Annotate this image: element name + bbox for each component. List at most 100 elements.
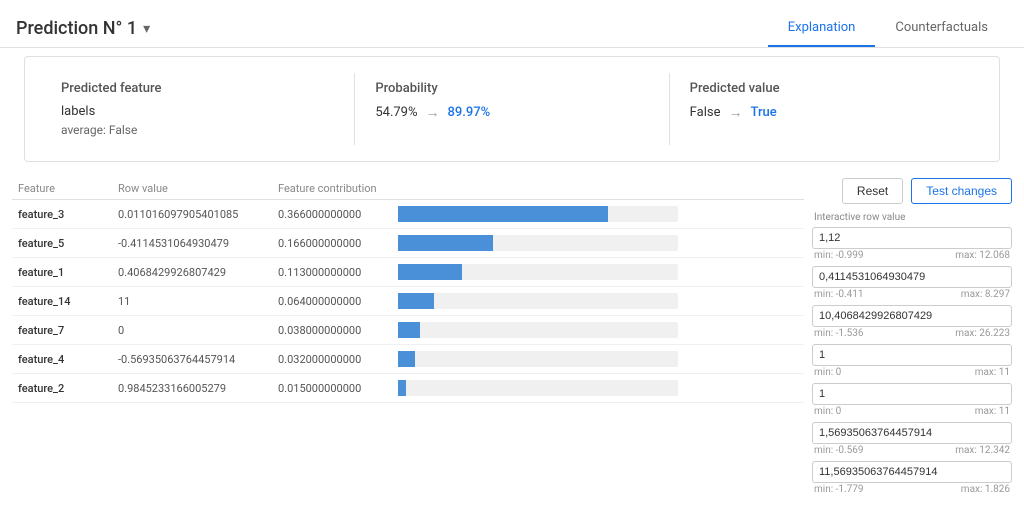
bar bbox=[398, 380, 406, 396]
header: Prediction N° 1 ▾ Explanation Counterfac… bbox=[0, 0, 1024, 48]
table-row: feature_14 11 0.064000000000 bbox=[12, 287, 804, 316]
bar-container bbox=[398, 293, 678, 309]
input-min: min: -0.999 bbox=[814, 250, 864, 261]
cell-feature: feature_14 bbox=[12, 287, 112, 316]
probability-arrow: → bbox=[426, 104, 440, 121]
dropdown-icon[interactable]: ▾ bbox=[143, 21, 150, 37]
probability-to: 89.97% bbox=[448, 105, 491, 120]
summary-section: Predicted feature labels average: False … bbox=[24, 56, 1000, 162]
input-min: min: -0.569 bbox=[814, 445, 864, 456]
bar bbox=[398, 322, 420, 338]
predicted-feature-value: labels bbox=[61, 104, 334, 119]
header-tabs: Explanation Counterfactuals bbox=[768, 10, 1008, 47]
test-changes-button[interactable]: Test changes bbox=[911, 178, 1012, 204]
predicted-value-from: False bbox=[690, 105, 721, 120]
col-bar bbox=[392, 178, 804, 200]
predicted-value-label: Predicted value bbox=[690, 81, 963, 96]
row-value-input[interactable] bbox=[812, 266, 1012, 288]
cell-feature: feature_5 bbox=[12, 229, 112, 258]
bar bbox=[398, 264, 462, 280]
table-row: feature_3 0.011016097905401085 0.3660000… bbox=[12, 200, 804, 229]
input-group: min: -0.411 max: 8.297 bbox=[812, 266, 1012, 301]
predicted-value-card: Predicted value False → True bbox=[669, 73, 983, 145]
reset-button[interactable]: Reset bbox=[842, 178, 903, 204]
bar-container bbox=[398, 264, 678, 280]
input-min: min: -1.779 bbox=[814, 484, 864, 495]
bar-container bbox=[398, 235, 678, 251]
row-value-input[interactable] bbox=[812, 461, 1012, 483]
cell-row-value: -0.4114531064930479 bbox=[112, 229, 272, 258]
table-row: feature_1 0.4068429926807429 0.113000000… bbox=[12, 258, 804, 287]
cell-bar bbox=[392, 287, 804, 316]
col-contribution: Feature contribution bbox=[272, 178, 392, 200]
col-feature: Feature bbox=[12, 178, 112, 200]
cell-bar bbox=[392, 258, 804, 287]
table-row: feature_5 -0.4114531064930479 0.16600000… bbox=[12, 229, 804, 258]
cell-contribution: 0.064000000000 bbox=[272, 287, 392, 316]
input-group: min: 0 max: 11 bbox=[812, 344, 1012, 379]
cell-contribution: 0.113000000000 bbox=[272, 258, 392, 287]
cell-contribution: 0.166000000000 bbox=[272, 229, 392, 258]
feature-table: Feature Row value Feature contribution f… bbox=[12, 178, 804, 403]
bar bbox=[398, 235, 493, 251]
tab-counterfactuals[interactable]: Counterfactuals bbox=[875, 10, 1008, 47]
input-max: max: 11 bbox=[975, 406, 1010, 417]
input-meta: min: -0.411 max: 8.297 bbox=[812, 288, 1012, 301]
cell-feature: feature_4 bbox=[12, 345, 112, 374]
input-max: max: 12.342 bbox=[955, 445, 1010, 456]
bar-container bbox=[398, 206, 678, 222]
bar-container bbox=[398, 351, 678, 367]
input-max: max: 12.068 bbox=[955, 250, 1010, 261]
predicted-feature-sub: average: False bbox=[61, 123, 334, 137]
interactive-row-label: Interactive row value bbox=[812, 212, 1012, 223]
input-group: min: -1.536 max: 26.223 bbox=[812, 305, 1012, 340]
table-section: Feature Row value Feature contribution f… bbox=[12, 178, 804, 500]
input-group: min: -0.569 max: 12.342 bbox=[812, 422, 1012, 457]
cell-contribution: 0.038000000000 bbox=[272, 316, 392, 345]
cell-feature: feature_7 bbox=[12, 316, 112, 345]
right-panel: Reset Test changes Interactive row value… bbox=[812, 178, 1012, 500]
bar bbox=[398, 351, 415, 367]
predicted-feature-label: Predicted feature bbox=[61, 81, 334, 96]
probability-value: 54.79% → 89.97% bbox=[375, 104, 648, 121]
probability-label: Probability bbox=[375, 81, 648, 96]
input-meta: min: 0 max: 11 bbox=[812, 405, 1012, 418]
cell-contribution: 0.366000000000 bbox=[272, 200, 392, 229]
bar-container bbox=[398, 322, 678, 338]
cell-bar bbox=[392, 345, 804, 374]
row-value-input[interactable] bbox=[812, 227, 1012, 249]
probability-from: 54.79% bbox=[375, 105, 417, 120]
cell-contribution: 0.032000000000 bbox=[272, 345, 392, 374]
row-value-input[interactable] bbox=[812, 344, 1012, 366]
cell-feature: feature_2 bbox=[12, 374, 112, 403]
input-min: min: -1.536 bbox=[814, 328, 864, 339]
bar-container bbox=[398, 380, 678, 396]
input-groups: min: -0.999 max: 12.068 min: -0.411 max:… bbox=[812, 227, 1012, 496]
input-max: max: 1.826 bbox=[961, 484, 1010, 495]
input-min: min: -0.411 bbox=[814, 289, 864, 300]
row-value-input[interactable] bbox=[812, 383, 1012, 405]
tab-explanation[interactable]: Explanation bbox=[768, 10, 876, 47]
input-meta: min: 0 max: 11 bbox=[812, 366, 1012, 379]
cell-row-value: -0.56935063764457914 bbox=[112, 345, 272, 374]
cell-feature: feature_3 bbox=[12, 200, 112, 229]
predicted-feature-card: Predicted feature labels average: False bbox=[41, 73, 354, 145]
bar bbox=[398, 206, 608, 222]
input-max: max: 26.223 bbox=[955, 328, 1010, 339]
input-max: max: 8.297 bbox=[961, 289, 1010, 300]
probability-card: Probability 54.79% → 89.97% bbox=[354, 73, 668, 145]
cell-bar bbox=[392, 374, 804, 403]
input-min: min: 0 bbox=[814, 406, 841, 417]
col-row-value: Row value bbox=[112, 178, 272, 200]
row-value-input[interactable] bbox=[812, 422, 1012, 444]
input-meta: min: -1.536 max: 26.223 bbox=[812, 327, 1012, 340]
table-row: feature_2 0.9845233166005279 0.015000000… bbox=[12, 374, 804, 403]
input-meta: min: -1.779 max: 1.826 bbox=[812, 483, 1012, 496]
cell-bar bbox=[392, 316, 804, 345]
page-title: Prediction N° 1 bbox=[16, 18, 137, 39]
button-row: Reset Test changes bbox=[812, 178, 1012, 204]
input-group: min: -0.999 max: 12.068 bbox=[812, 227, 1012, 262]
row-value-input[interactable] bbox=[812, 305, 1012, 327]
input-min: min: 0 bbox=[814, 367, 841, 378]
cell-row-value: 11 bbox=[112, 287, 272, 316]
